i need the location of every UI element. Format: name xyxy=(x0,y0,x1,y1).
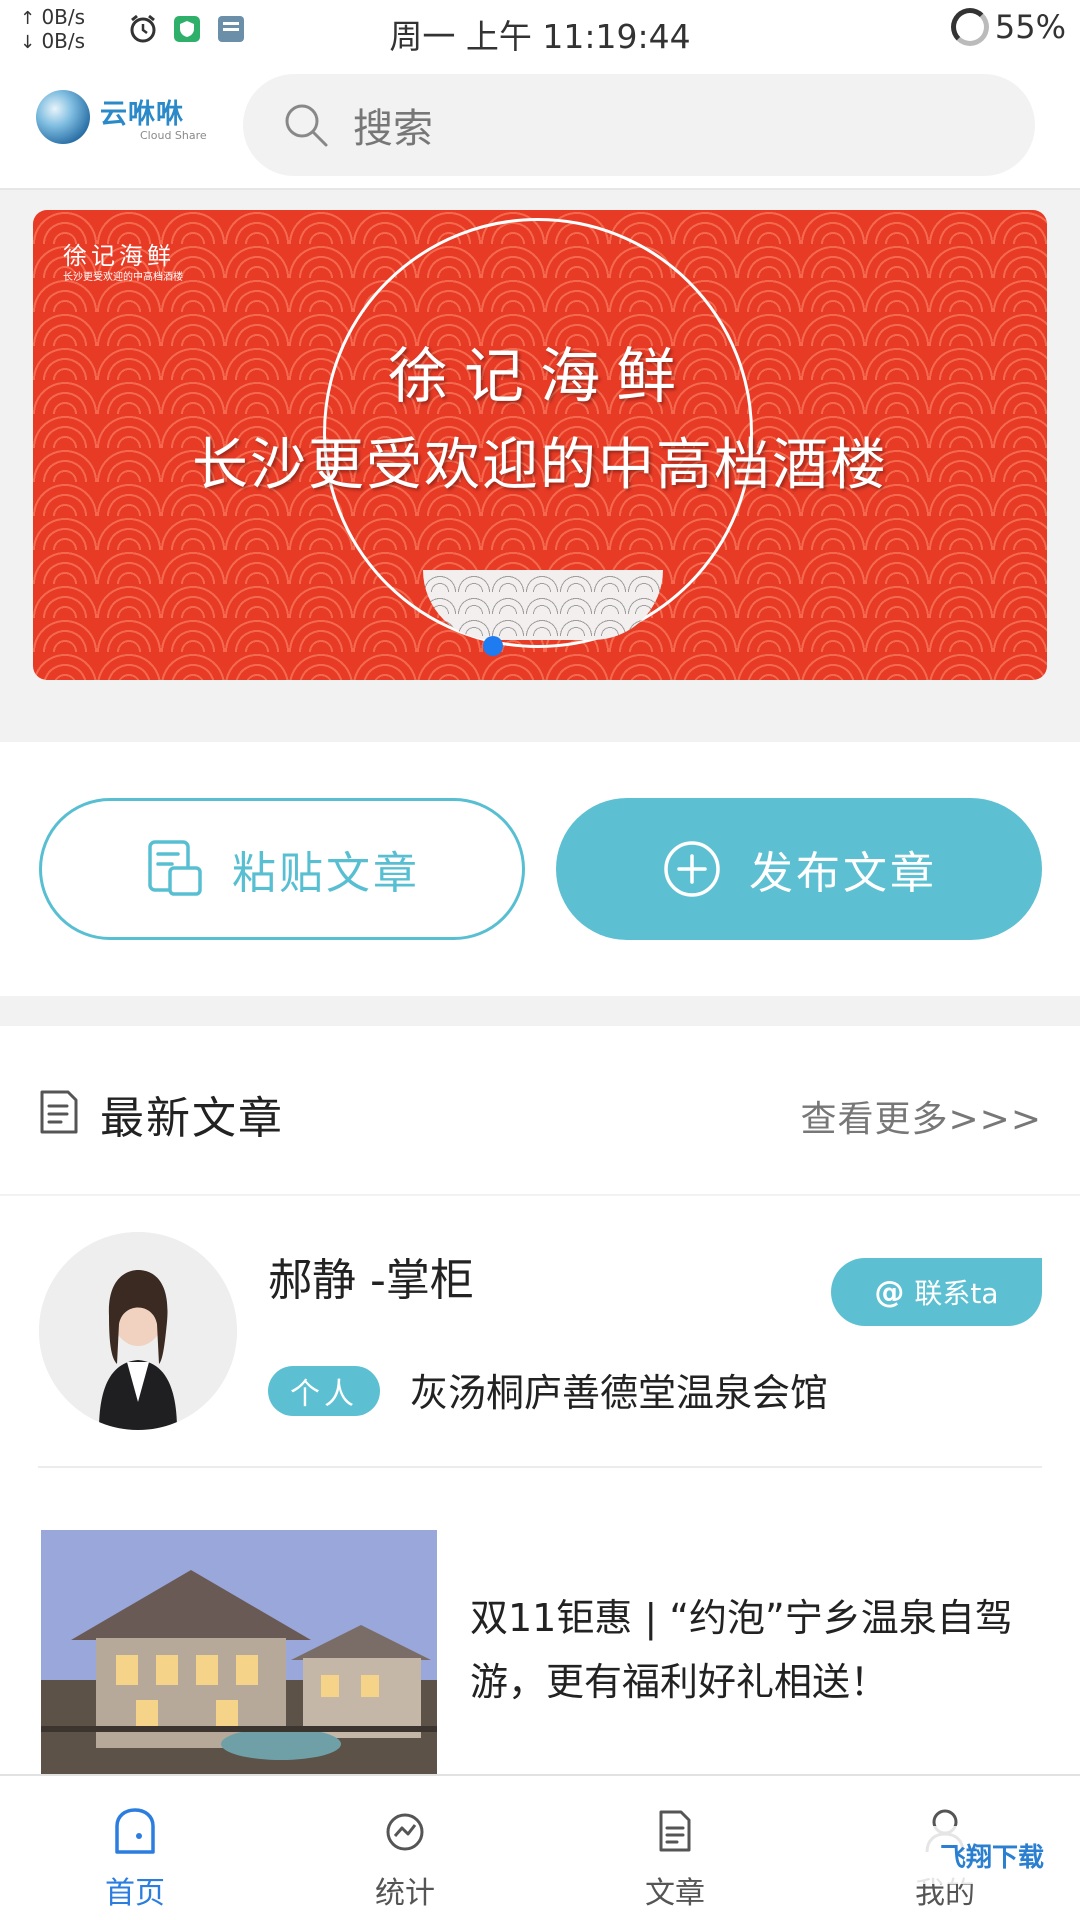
carousel-indicator[interactable] xyxy=(483,636,503,656)
paste-article-button[interactable]: 粘贴文章 xyxy=(39,798,525,940)
nav-home-label: 首页 xyxy=(105,1876,165,1911)
search-icon xyxy=(285,104,328,147)
banner-title: 徐记海鲜 xyxy=(388,342,692,412)
nav-articles[interactable]: 文章 xyxy=(540,1776,810,1920)
contact-button[interactable]: @ 联系ta xyxy=(831,1258,1042,1326)
action-bar: 粘贴文章 发布文章 xyxy=(0,742,1080,996)
author-name: 郝静 -掌柜 xyxy=(268,1255,474,1306)
divider xyxy=(38,1466,1042,1468)
person-avatar-image xyxy=(39,1232,237,1430)
app-logo[interactable]: 云咻咻 Cloud Share xyxy=(36,90,207,144)
battery-icon xyxy=(950,8,989,46)
search-placeholder: 搜索 xyxy=(353,106,433,152)
publish-article-label: 发布文章 xyxy=(749,848,937,899)
article-title[interactable]: 双11钜惠 | “约泡”宁乡温泉自驾游，更有福利好礼相送！ xyxy=(470,1586,1040,1714)
add-circle-icon xyxy=(664,841,720,897)
nav-stats-label: 统计 xyxy=(375,1876,435,1911)
banner-section: 徐记海鲜 长沙更受欢迎的中高档酒楼 徐记海鲜 长沙更受欢迎的中高档酒楼 xyxy=(0,190,1080,742)
paste-article-label: 粘贴文章 xyxy=(232,848,420,899)
account-type-badge: 个人 xyxy=(268,1366,380,1416)
paste-icon xyxy=(148,840,202,896)
nav-articles-label: 文章 xyxy=(645,1876,705,1911)
article-icon xyxy=(659,1810,691,1852)
contact-label: 联系ta xyxy=(914,1277,999,1310)
article-card[interactable]: 郝静 -掌柜 @ 联系ta 个人 灰汤桐庐善德堂温泉会馆 双11钜惠 | “约泡… xyxy=(0,1196,1080,1774)
status-bar: ↑ 0B/s ↓ 0B/s 周一 上午 11:19:44 55% xyxy=(0,0,1080,62)
at-icon: @ xyxy=(874,1274,905,1310)
latest-articles-header: 最新文章 查看更多>>> xyxy=(0,1026,1080,1194)
watermark-logo: 飞翔下载 xyxy=(912,1826,1072,1884)
stats-icon xyxy=(386,1813,424,1851)
publish-article-button[interactable]: 发布文章 xyxy=(556,798,1042,940)
app-header: 云咻咻 Cloud Share 搜索 xyxy=(0,62,1080,190)
document-icon xyxy=(40,1090,78,1134)
section-title: 最新文章 xyxy=(100,1093,284,1144)
banner-brand-small: 徐记海鲜 xyxy=(63,242,175,270)
view-more-link[interactable]: 查看更多>>> xyxy=(801,1090,1043,1142)
search-input[interactable]: 搜索 xyxy=(243,74,1035,176)
villa-image xyxy=(41,1530,437,1774)
globe-logo-icon xyxy=(36,90,90,144)
nav-stats[interactable]: 统计 xyxy=(270,1776,540,1920)
banner-subtitle: 长沙更受欢迎的中高档酒楼 xyxy=(192,433,888,498)
battery-indicator: 55% xyxy=(950,8,1066,46)
avatar[interactable] xyxy=(39,1232,237,1430)
clock: 周一 上午 11:19:44 xyxy=(389,17,691,56)
home-icon xyxy=(115,1808,155,1854)
article-thumbnail[interactable] xyxy=(41,1530,437,1774)
logo-tagline: Cloud Share xyxy=(140,129,207,142)
promo-banner[interactable]: 徐记海鲜 长沙更受欢迎的中高档酒楼 徐记海鲜 长沙更受欢迎的中高档酒楼 xyxy=(33,210,1047,680)
banner-brand-small-sub: 长沙更受欢迎的中高档酒楼 xyxy=(63,272,183,283)
organization-name: 灰汤桐庐善德堂温泉会馆 xyxy=(410,1371,829,1415)
logo-name: 云咻咻 xyxy=(100,99,184,130)
banner-wave-pattern xyxy=(423,570,663,640)
battery-level: 55% xyxy=(994,8,1066,46)
nav-home[interactable]: 首页 xyxy=(0,1776,270,1920)
